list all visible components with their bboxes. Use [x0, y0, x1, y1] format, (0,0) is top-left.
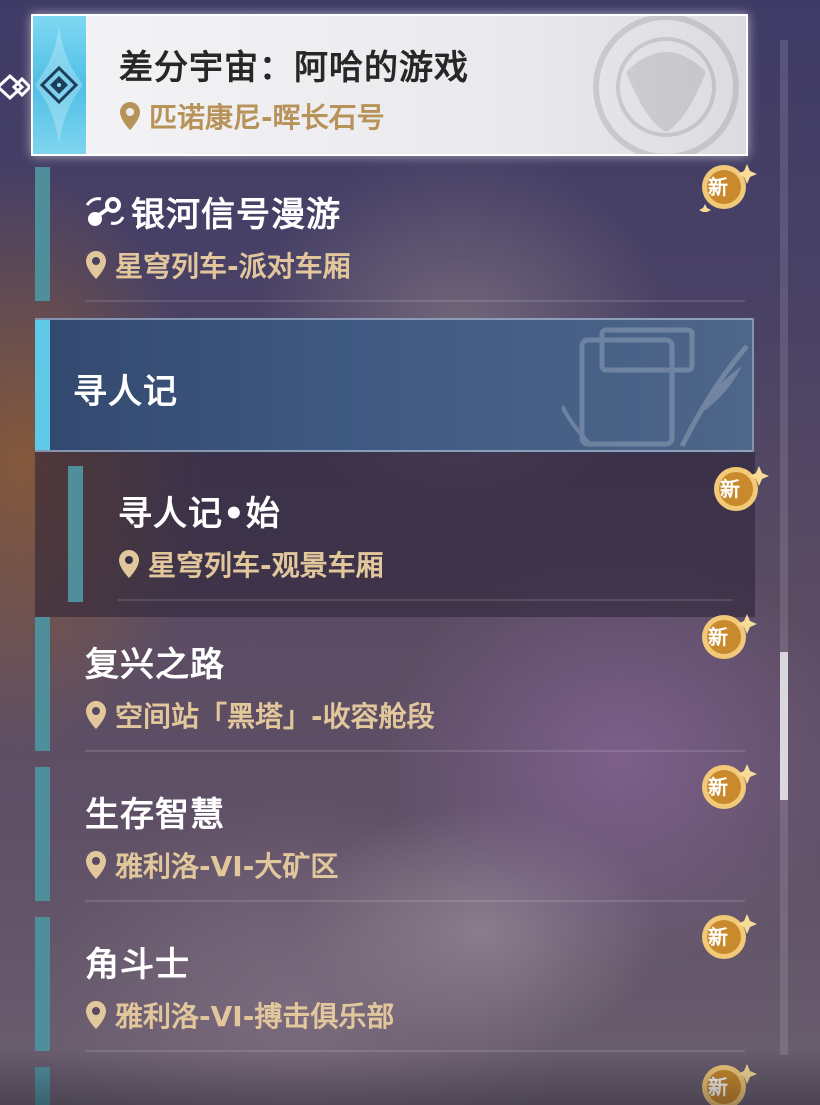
activity-title: 角斗士 [85, 945, 190, 985]
activity-title: 银河信号漫游 [85, 187, 341, 236]
selection-arrow-icon [0, 73, 30, 101]
notebook-feather-icon [562, 327, 749, 448]
activity-sub-item[interactable]: 寻人记•始 星穹列车-观景车厢 [68, 466, 788, 616]
signal-roam-icon [85, 196, 125, 226]
location-pin-icon [86, 251, 106, 279]
location-text: 空间站「黑塔」-收容舱段 [115, 700, 435, 733]
selected-activity-card[interactable]: 差分宇宙：阿哈的游戏 匹诺康尼-晖长石号 [31, 14, 748, 156]
activity-title: 差分宇宙：阿哈的游戏 [119, 48, 469, 88]
location-text: 雅利洛-VI-搏击俱乐部 [115, 1000, 395, 1033]
activity-title: 寻人记•始 [118, 494, 281, 534]
location-pin-icon [119, 550, 139, 578]
new-badge: 新 [695, 760, 757, 812]
location-pin-icon [86, 1001, 106, 1029]
divider [85, 900, 745, 902]
activity-location: 星穹列车-派对车厢 [85, 245, 351, 285]
new-badge: 新 [695, 160, 757, 212]
activity-location: 雅利洛-VI-大矿区 [85, 845, 338, 885]
aha-mask-watermark-icon [593, 16, 739, 154]
activity-item[interactable]: 角斗士 雅利洛-VI-搏击俱乐部 [35, 917, 755, 1067]
category-title: 寻人记 [73, 372, 178, 412]
item-accent-bar [35, 767, 50, 901]
category-accent-bar [35, 320, 50, 450]
category-header[interactable]: 寻人记 [35, 318, 754, 452]
activity-item[interactable]: 银河信号漫游 星穹列车-派对车厢 [35, 167, 755, 317]
item-accent-bar [68, 466, 83, 602]
divider [118, 599, 733, 601]
divider [85, 300, 745, 302]
new-badge: 新 [695, 610, 757, 662]
item-accent-bar [35, 167, 50, 301]
activity-item[interactable]: 复兴之路 空间站「黑塔」-收容舱段 [35, 617, 755, 767]
location-text: 星穹列车-派对车厢 [115, 250, 351, 283]
divider [85, 750, 745, 752]
item-accent-bar [35, 917, 50, 1051]
item-accent-bar [35, 617, 50, 751]
location-pin-icon [86, 701, 106, 729]
location-text: 雅利洛-VI-大矿区 [115, 850, 339, 883]
new-badge: 新 [695, 910, 757, 962]
activity-title: 复兴之路 [85, 645, 225, 685]
list-fade [0, 1050, 820, 1105]
location-text: 匹诺康尼-晖长石号 [149, 101, 385, 134]
activity-location: 空间站「黑塔」-收容舱段 [85, 695, 435, 735]
activity-location: 匹诺康尼-晖长石号 [119, 96, 385, 136]
scrollbar-thumb[interactable] [780, 652, 788, 800]
location-text: 星穹列车-观景车厢 [148, 549, 384, 582]
new-badge: 新 [707, 462, 769, 514]
scrollbar-track[interactable] [780, 40, 788, 1055]
activity-location: 雅利洛-VI-搏击俱乐部 [85, 995, 394, 1035]
location-pin-icon [120, 102, 140, 130]
location-pin-icon [86, 851, 106, 879]
activity-item[interactable]: 生存智慧 雅利洛-VI-大矿区 [35, 767, 755, 917]
activity-location: 星穹列车-观景车厢 [118, 544, 384, 584]
diamond-emblem-icon [35, 26, 83, 144]
activity-title: 生存智慧 [85, 795, 225, 835]
activity-tile [33, 16, 86, 154]
